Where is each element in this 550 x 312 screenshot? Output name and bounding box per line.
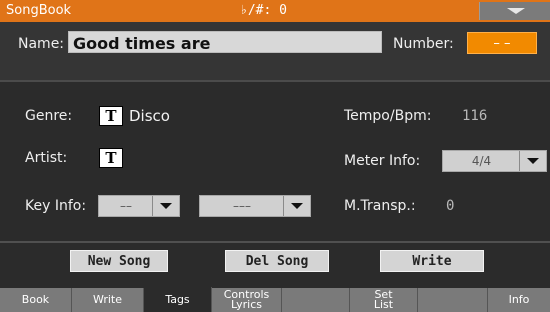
tab-info-label: Info: [508, 293, 530, 306]
key-info-label: Key Info:: [25, 198, 87, 214]
key-info-dropdown-1-arrow[interactable]: [152, 196, 179, 216]
triangle-down-icon: [291, 203, 303, 209]
number-label: Number:: [393, 36, 454, 52]
meter-info-value: 4/4: [471, 154, 492, 168]
tab-bar: Book Write Tags Controls Lyrics Set List…: [0, 287, 550, 312]
meter-info-label: Meter Info:: [344, 153, 421, 169]
delete-song-button[interactable]: Del Song: [225, 250, 329, 272]
key-info-dropdown-1-value: ––: [120, 199, 132, 213]
tab-empty-1: [282, 288, 350, 312]
meter-info-arrow[interactable]: [519, 151, 546, 171]
accidental-indicator: ♭/#: 0: [240, 3, 287, 18]
genre-value: Disco: [129, 107, 170, 125]
write-button[interactable]: Write: [380, 250, 484, 272]
key-info-dropdown-2[interactable]: –––: [199, 195, 311, 217]
tab-empty-2: [418, 288, 488, 312]
tab-info[interactable]: Info: [488, 288, 550, 312]
tempo-value[interactable]: 116: [462, 108, 487, 124]
chevron-down-icon: [507, 8, 525, 14]
artist-label: Artist:: [25, 150, 68, 166]
tab-set-list[interactable]: Set List: [350, 288, 418, 312]
master-transpose-value[interactable]: 0: [446, 198, 454, 214]
name-label: Name:: [18, 36, 65, 52]
app-title: SongBook: [6, 3, 72, 18]
tab-lyrics-label: Lyrics: [231, 298, 262, 311]
title-bar: SongBook ♭/#: 0: [0, 0, 550, 22]
tab-controls-lyrics[interactable]: Controls Lyrics: [212, 288, 282, 312]
tab-book-label: Book: [21, 293, 50, 306]
tab-write[interactable]: Write: [72, 288, 144, 312]
triangle-down-icon: [527, 158, 539, 164]
tempo-label: Tempo/Bpm:: [344, 108, 432, 124]
tab-tags-label: Tags: [165, 292, 190, 306]
meter-info-dropdown[interactable]: 4/4: [442, 150, 547, 172]
triangle-down-icon: [160, 203, 172, 209]
new-song-button[interactable]: New Song: [70, 250, 168, 272]
genre-label: Genre:: [25, 108, 73, 124]
tab-write-label: Write: [92, 293, 123, 306]
key-info-dropdown-2-arrow[interactable]: [283, 196, 310, 216]
tab-book[interactable]: Book: [0, 288, 72, 312]
master-transpose-label: M.Transp.:: [344, 198, 416, 214]
genre-text-edit-icon[interactable]: T: [99, 106, 123, 126]
divider: [0, 241, 550, 243]
tab-list-label: List: [373, 298, 394, 311]
key-info-dropdown-1[interactable]: ––: [98, 195, 180, 217]
artist-text-edit-icon[interactable]: T: [99, 148, 123, 168]
name-field[interactable]: Good times are: [68, 31, 382, 53]
number-field[interactable]: – –: [467, 32, 537, 54]
tab-tags[interactable]: Tags: [144, 287, 212, 312]
key-info-dropdown-2-value: –––: [233, 199, 251, 213]
page-menu-button[interactable]: [479, 2, 550, 20]
